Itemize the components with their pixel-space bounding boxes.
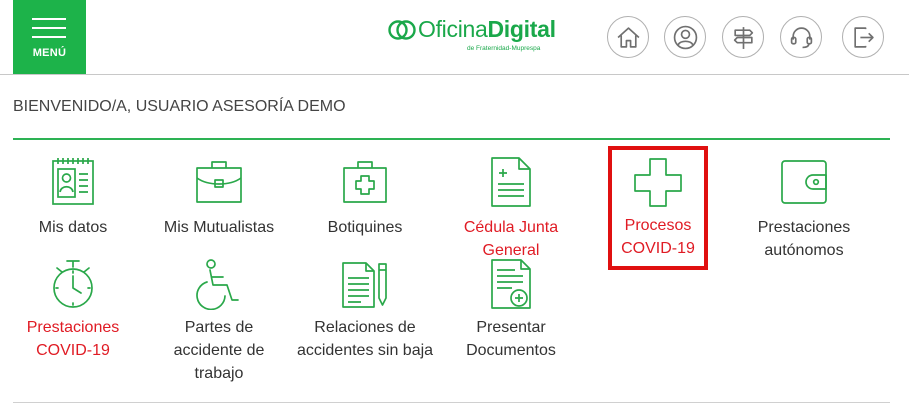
document-plus-icon <box>491 157 531 207</box>
headset-icon <box>790 27 813 49</box>
app-logo[interactable]: OficinaDigital de Fraternidad-Muprespa <box>388 15 558 57</box>
wallet-icon <box>781 160 827 204</box>
tile-label: Botiquines <box>327 219 403 236</box>
hamburger-icon <box>32 18 66 45</box>
tile-label: Partes de accidente de trabajo <box>173 319 265 382</box>
tile-label: Prestaciones autónomos <box>757 219 851 259</box>
logout-button[interactable] <box>842 16 884 58</box>
tile-cedula-junta-general[interactable]: Cédula Junta General <box>442 156 580 262</box>
stopwatch-icon <box>53 260 93 308</box>
logo-tagline: de Fraternidad-Muprespa <box>467 45 541 52</box>
user-icon <box>673 25 698 50</box>
briefcase-icon <box>196 161 242 203</box>
tile-label: Prestaciones COVID-19 <box>26 319 120 359</box>
logo-wordmark: OficinaDigital <box>418 16 556 42</box>
tile-presentar-documentos[interactable]: Presentar Documentos <box>442 258 580 362</box>
wheelchair-icon <box>196 259 239 310</box>
directions-button[interactable] <box>722 16 764 58</box>
menu-label: MENÚ <box>32 47 67 59</box>
support-button[interactable] <box>780 16 822 58</box>
document-pencil-icon <box>342 262 387 308</box>
tile-procesos-covid[interactable]: Procesos COVID-19 <box>608 146 708 270</box>
tile-label: Mis Mutualistas <box>163 219 275 236</box>
tile-prestaciones-autonomos[interactable]: Prestaciones autónomos <box>735 156 873 262</box>
tile-mis-mutualistas[interactable]: Mis Mutualistas <box>150 156 288 239</box>
menu-button[interactable]: MENÚ <box>13 0 86 74</box>
tile-label: Mis datos <box>38 219 108 236</box>
welcome-message: BIENVENIDO/A, USUARIO ASESORÍA DEMO <box>13 98 346 115</box>
signpost-icon <box>733 27 754 49</box>
cross-icon <box>634 158 682 207</box>
tile-label: Cédula Junta General <box>463 219 559 259</box>
app-header: MENÚ OficinaDigital de Fraternidad-Mupre… <box>0 0 909 75</box>
document-upload-icon <box>491 259 531 309</box>
home-button[interactable] <box>607 16 649 58</box>
id-card-icon <box>52 158 94 205</box>
tile-label: Procesos COVID-19 <box>621 217 695 257</box>
tile-relaciones-accidentes[interactable]: Relaciones de accidentes sin baja <box>296 258 434 362</box>
tile-prestaciones-covid[interactable]: Prestaciones COVID-19 <box>4 258 142 362</box>
tile-mis-datos[interactable]: Mis datos <box>4 156 142 239</box>
section-divider <box>13 138 890 140</box>
tile-botiquines[interactable]: Botiquines <box>296 156 434 239</box>
logout-icon <box>854 27 874 48</box>
bottom-divider <box>13 402 890 403</box>
logo-rings-icon <box>388 20 416 40</box>
profile-button[interactable] <box>664 16 706 58</box>
home-icon <box>617 27 640 48</box>
tile-label: Presentar Documentos <box>466 319 556 359</box>
tile-partes-accidente[interactable]: Partes de accidente de trabajo <box>150 258 288 385</box>
tile-label: Relaciones de accidentes sin baja <box>296 319 434 359</box>
first-aid-kit-icon <box>343 161 387 203</box>
